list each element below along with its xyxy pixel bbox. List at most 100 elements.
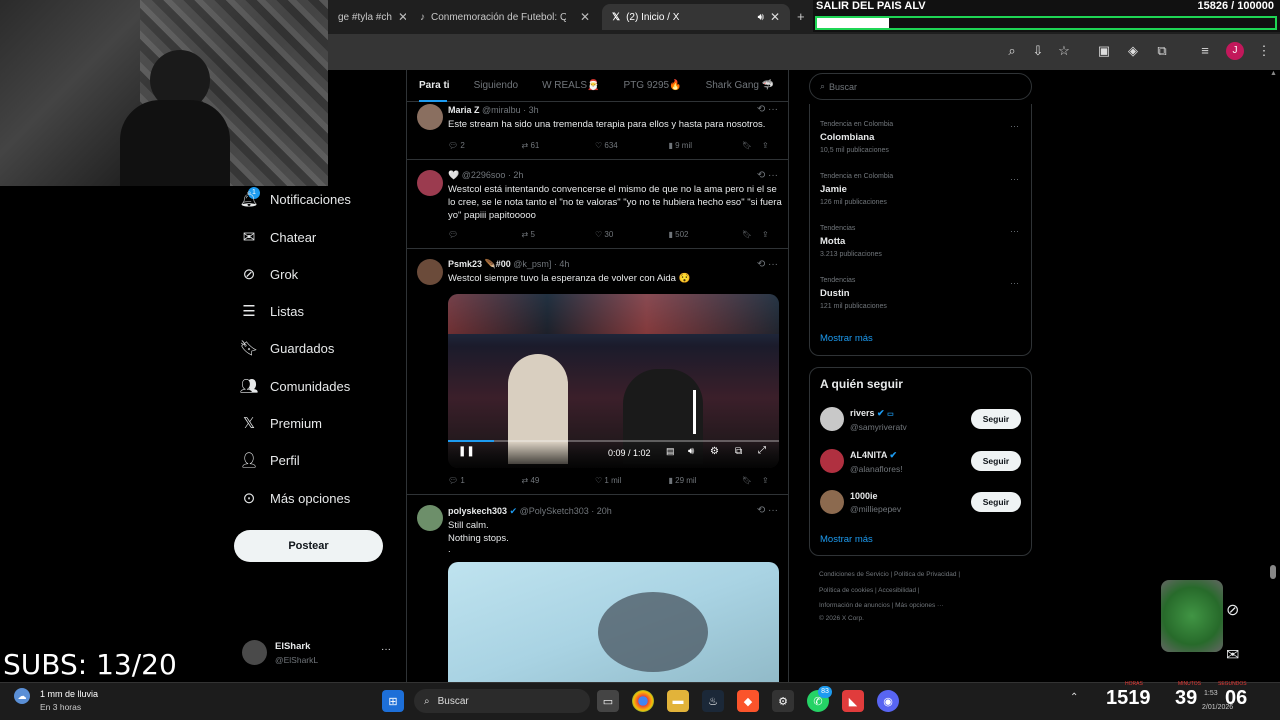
grok-icon[interactable]: ⊘ (1226, 600, 1248, 622)
clock-time[interactable]: 1:53 (1204, 690, 1218, 697)
browser-tab-active[interactable]: 𝕏 (2) Inicio / X 🔊︎ ✕ (602, 4, 790, 30)
nav-comunidades[interactable]: 👥︎ Comunidades (239, 370, 350, 402)
like-button[interactable]: ♡ 1 mil (595, 476, 669, 485)
post-button[interactable]: Postear (234, 530, 383, 562)
browser-tab[interactable]: ge #tyla #ch ✕ (328, 4, 406, 30)
follow-button[interactable]: Seguir (971, 492, 1021, 512)
more-horizontal-icon[interactable]: ··· (1010, 226, 1019, 236)
show-more-link[interactable]: Mostrar más (820, 333, 873, 344)
follow-suggestion[interactable]: AL4NITA ✔ @alanaflores! (850, 450, 903, 474)
tab-para-ti[interactable]: Para ti (407, 80, 462, 91)
nav-perfil[interactable]: 👤︎ Perfil (239, 444, 299, 476)
more-horizontal-icon[interactable]: ⟲ ··· (757, 505, 778, 516)
steam-icon[interactable]: ♨ (702, 690, 724, 712)
weather-icon[interactable]: ☁ (14, 688, 30, 704)
more-horizontal-icon[interactable]: ⟲ ··· (757, 104, 778, 115)
discord-icon[interactable]: ◉ (877, 690, 899, 712)
bookmark-icon[interactable]: 🔖︎ (742, 476, 762, 485)
brave-icon[interactable]: ◆ (737, 690, 759, 712)
share-icon[interactable]: ⇪ (762, 230, 782, 239)
tweet[interactable]: 🤍 @2296soo · 2h ⟲ ··· Westcol está inten… (407, 160, 788, 249)
footer-links[interactable]: Política de cookies | Accesibilidad | (819, 587, 920, 594)
more-horizontal-icon[interactable]: ⟲ ··· (757, 170, 778, 181)
reply-button[interactable]: 💬︎ 2 (448, 141, 522, 150)
puzzle-icon[interactable]: ⧉ (1153, 42, 1171, 60)
more-horizontal-icon[interactable]: ··· (1010, 121, 1019, 131)
bookmark-icon[interactable]: 🔖︎ (742, 230, 762, 239)
repost-button[interactable]: ⇄ 49 (522, 476, 596, 485)
trend-item[interactable]: Tendencias Dustin 121 mil publicaciones (820, 277, 887, 310)
tweet[interactable]: Psmk23 🪶#00 @k_psm] · 4h ⟲ ··· Westcol s… (407, 249, 788, 495)
tab-shark-gang[interactable]: Shark Gang 🦈 (694, 80, 787, 91)
reply-button[interactable]: 💬︎ (448, 230, 522, 239)
fullscreen-icon[interactable]: ⤢ (758, 445, 766, 456)
scroll-up-icon[interactable]: ▲ (1270, 70, 1277, 77)
views-button[interactable]: ▮ 502 (669, 230, 743, 239)
footer-links[interactable]: Condiciones de Servicio | Política de Pr… (819, 571, 960, 578)
gear-icon[interactable]: ⚙ (710, 446, 719, 457)
share-icon[interactable]: ⇪ (762, 476, 782, 485)
trend-item[interactable]: Tendencia en Colombia Jamie 126 mil publ… (820, 173, 893, 206)
windows-start-icon[interactable]: ⊞ (382, 690, 404, 712)
tab-siguiendo[interactable]: Siguiendo (462, 80, 530, 91)
show-more-link[interactable]: Mostrar más (820, 534, 873, 545)
pause-icon[interactable]: ❚❚ (458, 446, 475, 457)
clock-date[interactable]: 2/01/2026 (1202, 704, 1233, 711)
new-tab-button[interactable]: + (797, 9, 805, 24)
app-icon[interactable]: ◣ (842, 690, 864, 712)
like-button[interactable]: ♡ 30 (595, 230, 669, 239)
follow-button[interactable]: Seguir (971, 451, 1021, 471)
share-icon[interactable]: ⇪ (762, 141, 782, 150)
repost-button[interactable]: ⇄ 61 (522, 141, 596, 150)
search-input[interactable]: ⌕ Buscar (809, 73, 1032, 100)
nav-notificaciones[interactable]: 🔔︎ Notificaciones (239, 183, 350, 215)
close-icon[interactable]: ✕ (398, 10, 406, 24)
speaker-icon[interactable]: 🔊︎ (758, 12, 764, 23)
trend-item[interactable]: Tendencias Motta 3.213 publicaciones (820, 225, 882, 258)
tweet-image[interactable] (448, 562, 779, 682)
captions-icon[interactable]: ▤ (666, 446, 675, 457)
more-horizontal-icon[interactable]: ⟲ ··· (757, 259, 778, 270)
close-icon[interactable]: ✕ (770, 10, 780, 24)
speaker-icon[interactable]: 🔊︎ (688, 446, 694, 457)
follow-button[interactable]: Seguir (971, 409, 1021, 429)
tweet[interactable]: Maria Z @miralbu · 3h ⟲ ··· Este stream … (407, 102, 788, 160)
follow-suggestion[interactable]: rivers ✔ ▭ @samyriveratv (850, 408, 907, 432)
more-horizontal-icon[interactable]: ··· (1010, 278, 1019, 288)
zoom-icon[interactable]: ⌕ (1003, 42, 1021, 60)
app-icon[interactable]: ⚙ (772, 690, 794, 712)
weather-temp[interactable]: 1 mm de lluvia (40, 689, 98, 699)
extension-icon[interactable]: ▣ (1095, 42, 1113, 60)
nav-chatear[interactable]: ✉ Chatear (240, 221, 317, 253)
more-horizontal-icon[interactable]: ··· (1010, 174, 1019, 184)
close-icon[interactable]: ✕ (580, 10, 590, 24)
bookmark-icon[interactable]: 🔖︎ (742, 141, 762, 150)
chevron-up-icon[interactable]: ⌃ (1070, 692, 1078, 703)
browser-tab[interactable]: ♪ Conmemoración de Futebol: Qu ✕ (410, 4, 600, 30)
tab-ptg[interactable]: PTG 9295🔥 (612, 80, 694, 91)
taskbar-search[interactable]: ⌕ Buscar (414, 689, 590, 713)
task-view-icon[interactable]: ▭ (597, 690, 619, 712)
footer-links[interactable]: Información de anuncios | Más opciones ·… (819, 602, 944, 609)
nav-listas[interactable]: ☰ Listas (240, 295, 304, 327)
nav-grok[interactable]: ⊘ Grok (240, 258, 298, 290)
nav-premium[interactable]: 𝕏 Premium (240, 407, 322, 439)
extension-icon[interactable]: ◈ (1124, 42, 1142, 60)
mail-icon[interactable]: ✉ (1226, 645, 1248, 667)
nav-mas-opciones[interactable]: ⊙ Más opciones (240, 482, 351, 514)
chrome-icon[interactable] (632, 690, 654, 712)
install-app-icon[interactable]: ⇩ (1029, 42, 1047, 60)
views-button[interactable]: ▮ 9 mil (669, 141, 743, 150)
follow-suggestion[interactable]: 1000ie @milliepepev (850, 491, 901, 514)
profile-avatar[interactable]: J (1226, 42, 1244, 60)
account-switcher[interactable]: ElShark @ElSharkL ··· (242, 640, 392, 670)
like-button[interactable]: ♡ 634 (595, 141, 669, 150)
video-player[interactable]: ❚❚ 0:09 / 1:02 ▤ 🔊︎ ⚙ ⧉ ⤢ (448, 294, 779, 468)
video-progress-bar[interactable] (448, 440, 779, 442)
volume-slider[interactable] (693, 390, 696, 434)
tweet[interactable]: polyskech303 ✔ @PolySketch303 · 20h ⟲ ··… (407, 495, 788, 682)
tab-w-reals[interactable]: W REALS🎅 (530, 80, 611, 91)
repost-button[interactable]: ⇄ 5 (522, 230, 596, 239)
pip-icon[interactable]: ⧉ (735, 446, 742, 457)
scrollbar-thumb[interactable] (1270, 565, 1276, 579)
